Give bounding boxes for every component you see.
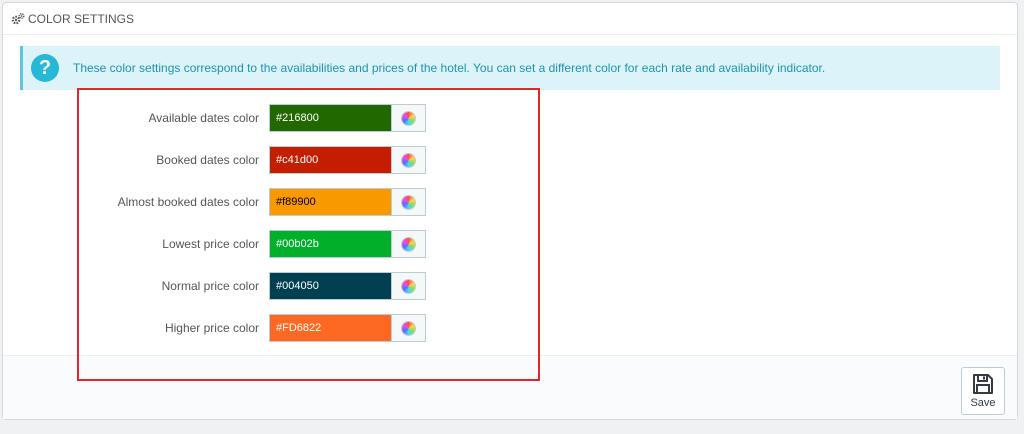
save-label: Save	[970, 397, 996, 409]
save-button[interactable]: Save	[961, 367, 1005, 415]
cogs-icon	[11, 12, 25, 26]
info-alert: ? These color settings correspond to the…	[20, 46, 1000, 90]
panel-title: COLOR SETTINGS	[28, 11, 135, 26]
alert-text: These color settings correspond to the a…	[73, 61, 826, 75]
question-icon: ?	[31, 54, 59, 82]
panel-heading: COLOR SETTINGS	[3, 3, 1017, 35]
save-icon	[973, 374, 993, 394]
highlight-annotation	[77, 88, 540, 381]
